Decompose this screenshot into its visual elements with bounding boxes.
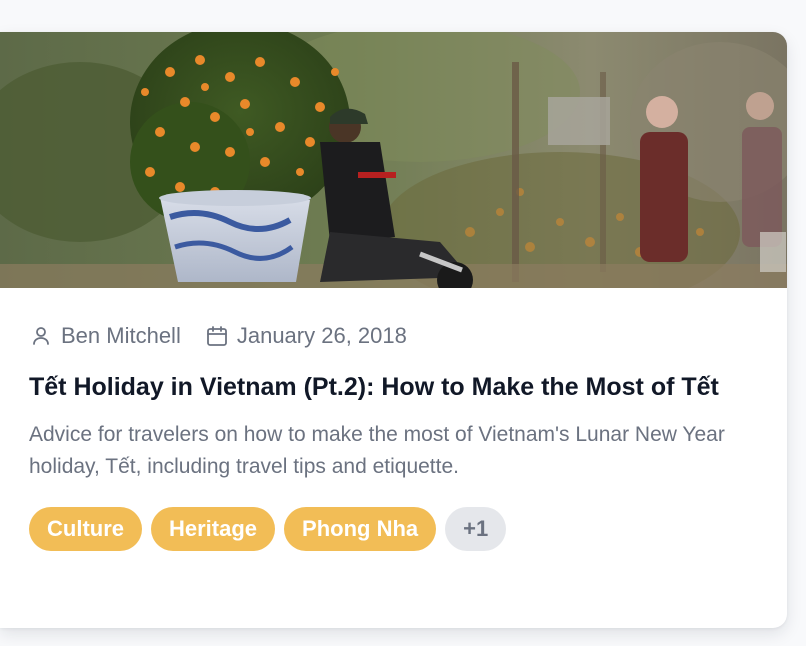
post-title[interactable]: Tết Holiday in Vietnam (Pt.2): How to Ma…: [29, 370, 759, 404]
post-image[interactable]: [0, 32, 787, 288]
user-icon: [29, 324, 53, 348]
post-meta: Ben Mitchell January 26, 2018: [29, 318, 759, 354]
tag-heritage[interactable]: Heritage: [151, 507, 276, 551]
author-link[interactable]: Ben Mitchell: [29, 323, 181, 349]
tag-list: Culture Heritage Phong Nha +1: [29, 507, 759, 551]
date-text: January 26, 2018: [236, 323, 407, 348]
post-description: Advice for travelers on how to make the …: [29, 423, 725, 478]
author-name: Ben Mitchell: [61, 323, 181, 348]
more-tags-badge[interactable]: +1: [445, 507, 507, 551]
post-card[interactable]: Ben Mitchell January 26, 2018 Tết Holida…: [0, 32, 787, 628]
tag-culture[interactable]: Culture: [29, 507, 142, 551]
tag-phong-nha[interactable]: Phong Nha: [284, 507, 437, 551]
calendar-icon: [205, 324, 229, 348]
post-date: January 26, 2018: [205, 323, 407, 349]
post-body: Ben Mitchell January 26, 2018 Tết Holida…: [29, 318, 759, 551]
